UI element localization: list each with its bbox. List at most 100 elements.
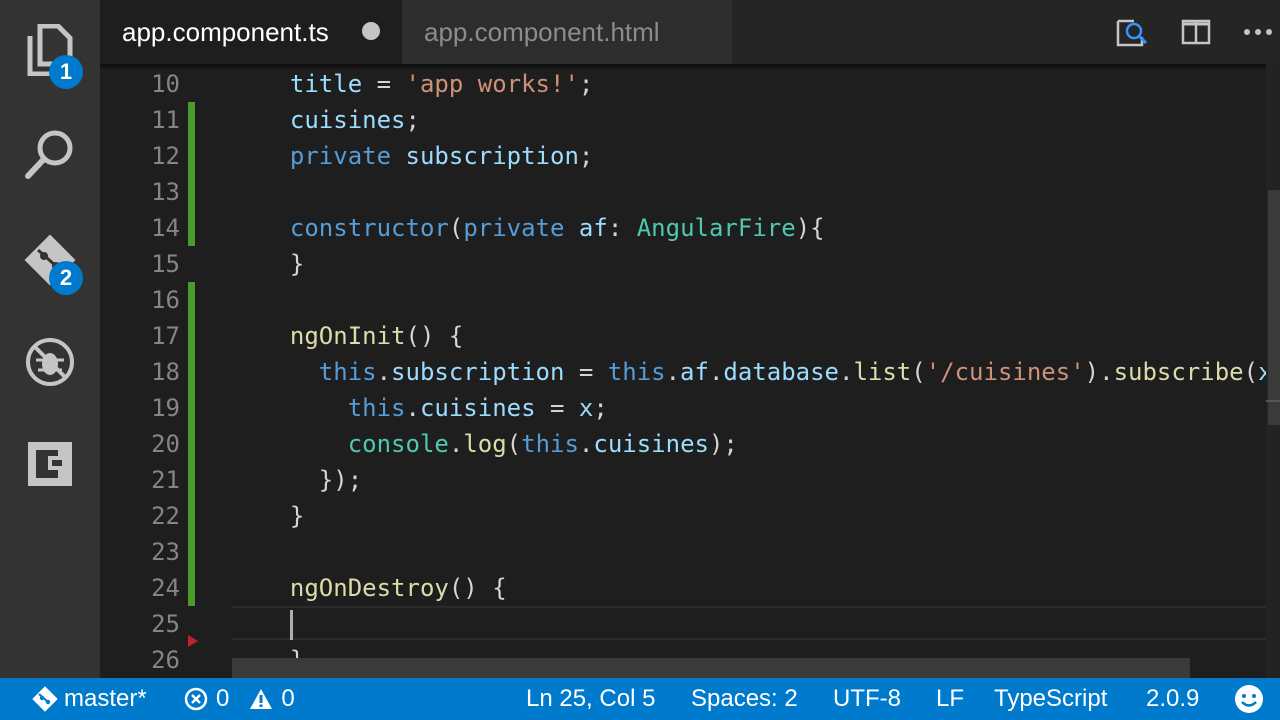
code-token: (: [1243, 358, 1259, 386]
code-token: subscription: [405, 142, 579, 170]
code-token: private: [463, 214, 565, 242]
tab-label: app.component.html: [424, 16, 660, 47]
line-number: 10: [151, 70, 180, 98]
debug-button[interactable]: [0, 312, 100, 412]
code-token: ngOnInit: [289, 322, 406, 350]
error-icon: [184, 687, 208, 711]
code-token: (: [911, 358, 926, 386]
status-bar: master* 0 0 Ln 25, Col 5 Spaces: 2 UTF-8…: [0, 678, 1280, 720]
extensions-button[interactable]: [0, 414, 100, 514]
code-token: .: [405, 394, 420, 422]
activity-bar: 1 2: [0, 0, 100, 678]
code-line[interactable]: this.cuisines = x;: [261, 390, 608, 426]
code-token: this: [318, 358, 377, 386]
code-line[interactable]: cuisines;: [261, 102, 420, 138]
tab-app-component-ts[interactable]: app.component.ts: [100, 0, 402, 64]
code-token: .: [578, 430, 594, 458]
line-number: 21: [151, 466, 180, 494]
code-token: () {: [448, 574, 507, 602]
split-editor-icon: [1181, 19, 1211, 45]
code-line[interactable]: console.log(this.cuisines);: [261, 426, 738, 462]
source-control-button[interactable]: 2: [0, 210, 100, 310]
code-line[interactable]: title = 'app works!';: [261, 66, 593, 102]
code-line[interactable]: this.subscription = this.af.database.lis…: [261, 354, 1280, 390]
git-branch-icon: [32, 686, 58, 712]
code-token: ).: [1084, 358, 1114, 386]
code-token: ;: [593, 394, 608, 422]
code-token: (: [506, 430, 522, 458]
search-icon: [25, 130, 73, 179]
code-token: x: [578, 394, 594, 422]
debug-icon: [26, 338, 74, 386]
code-line[interactable]: }: [261, 246, 304, 282]
open-changes-button[interactable]: [1102, 0, 1162, 64]
code-line[interactable]: ngOnInit() {: [261, 318, 463, 354]
vertical-scrollbar-thumb[interactable]: [1268, 190, 1280, 425]
feedback-button[interactable]: [1234, 678, 1264, 720]
code-token: cuisines: [289, 106, 406, 134]
code-token: af: [680, 358, 709, 386]
branch-status[interactable]: master*: [32, 678, 147, 720]
code-token: this: [607, 358, 666, 386]
tab-bar: app.component.ts app.component.html: [100, 0, 1280, 64]
cursor-position[interactable]: Ln 25, Col 5: [526, 678, 655, 720]
code-token: this: [521, 430, 579, 458]
scm-badge: 2: [49, 261, 83, 295]
line-number: 16: [151, 286, 180, 314]
indentation-status[interactable]: Spaces: 2: [691, 678, 798, 720]
code-token: ;: [578, 142, 594, 170]
line-number: 20: [151, 430, 180, 458]
line-number: 23: [151, 538, 180, 566]
ellipsis-icon: [1244, 29, 1272, 35]
code-token: 'app works!': [405, 70, 579, 98]
line-number: 25: [151, 610, 180, 638]
git-added-gutter-marker: [188, 282, 195, 606]
smiley-icon: [1235, 685, 1263, 713]
language-mode[interactable]: TypeScript: [994, 678, 1107, 720]
unsaved-dot-icon[interactable]: [362, 22, 380, 40]
code-token: AngularFire: [636, 214, 796, 242]
code-token: ;: [578, 70, 594, 98]
code-token: log: [463, 430, 507, 458]
split-editor-button[interactable]: [1166, 0, 1226, 64]
code-token: console: [347, 430, 449, 458]
code-line[interactable]: ngOnDestroy() {: [261, 570, 507, 606]
code-token: .: [839, 358, 854, 386]
problems-status[interactable]: 0 0: [184, 678, 295, 720]
code-token: cuisines: [419, 394, 536, 422]
explorer-badge: 1: [49, 55, 83, 89]
tab-app-component-html[interactable]: app.component.html: [402, 0, 732, 64]
search-button[interactable]: [0, 104, 100, 204]
text-cursor: [290, 610, 293, 640]
code-token: list: [853, 358, 912, 386]
encoding-status[interactable]: UTF-8: [833, 678, 901, 720]
code-line[interactable]: }: [261, 498, 304, 534]
code-line[interactable]: private subscription;: [261, 138, 593, 174]
code-token: () {: [405, 322, 464, 350]
code-line[interactable]: });: [261, 462, 362, 498]
line-number: 26: [151, 646, 180, 674]
line-number: 15: [151, 250, 180, 278]
code-token: }: [289, 502, 305, 530]
code-token: });: [318, 466, 363, 494]
warning-count: 0: [281, 685, 295, 712]
more-actions-button[interactable]: [1228, 0, 1280, 64]
code-line[interactable]: constructor(private af: AngularFire){: [261, 210, 825, 246]
line-number: 19: [151, 394, 180, 422]
code-token: =: [564, 358, 608, 386]
horizontal-scrollbar-thumb[interactable]: [232, 658, 1190, 678]
line-ending-status[interactable]: LF: [936, 678, 964, 720]
git-deleted-gutter-marker: [188, 635, 198, 647]
typescript-version[interactable]: 2.0.9: [1146, 678, 1199, 720]
explorer-button[interactable]: 1: [0, 0, 100, 100]
scrollbar-marker: [1266, 400, 1280, 402]
tab-label: app.component.ts: [122, 16, 329, 47]
code-editor[interactable]: 10 11 12 13 14 15 16 17 18 19 20 21 22 23 24 25 26 title…: [100, 64, 1280, 678]
